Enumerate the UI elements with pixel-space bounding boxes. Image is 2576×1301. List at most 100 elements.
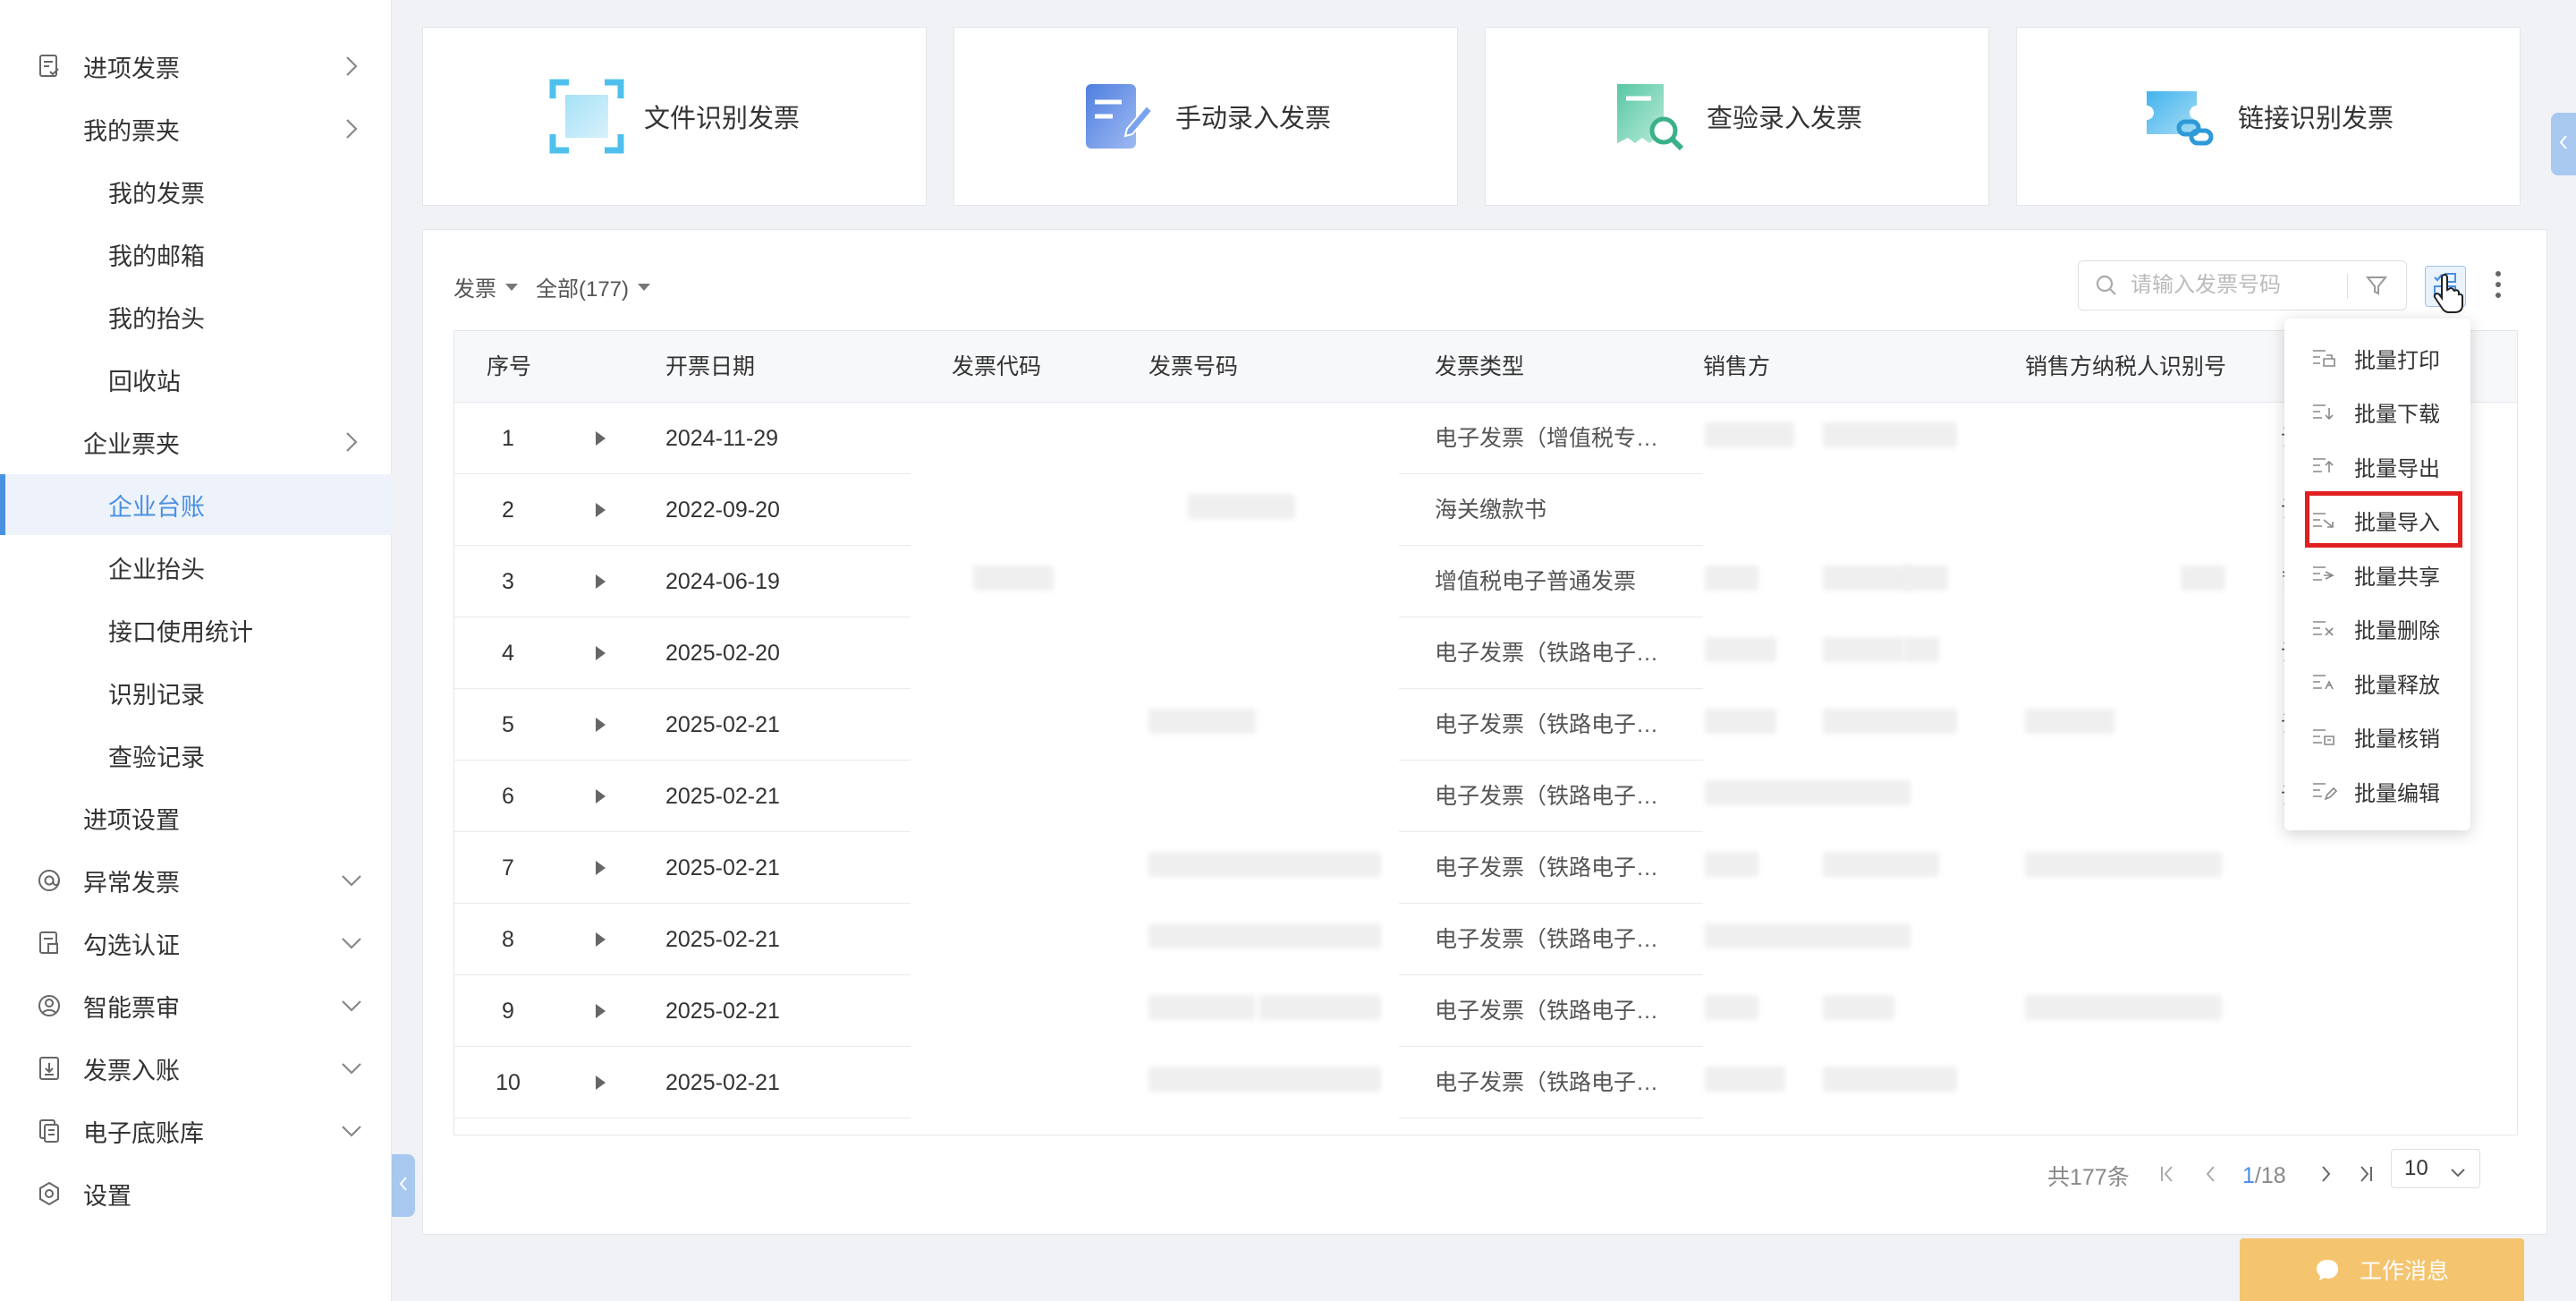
next-page-button[interactable] xyxy=(2312,1160,2341,1192)
row-index: 9 xyxy=(502,999,514,1024)
sidebar-item-smart-review[interactable]: 智能票审 xyxy=(0,977,392,1034)
row-date: 2025-02-21 xyxy=(665,927,780,952)
batch-release-menu-item[interactable]: 批量释放 xyxy=(2284,656,2470,710)
batch-writeoff-menu-item[interactable]: 批量核销 xyxy=(2284,710,2470,764)
menu-item-label: 批量打印 xyxy=(2354,348,2440,373)
invoice-type-dropdown[interactable]: 发票 xyxy=(453,271,518,302)
edit-doc-icon xyxy=(1080,79,1156,154)
batch-edit-menu-item[interactable]: 批量编辑 xyxy=(2284,764,2470,818)
batch-export-menu-item[interactable]: 批量导出 xyxy=(2284,439,2470,493)
table-row[interactable]: 52025-02-21电子发票（铁路电子客票）设有限 xyxy=(454,689,2517,761)
redacted-value xyxy=(1903,565,1948,591)
redacted-value xyxy=(1823,637,1903,662)
sidebar-item-my-title[interactable]: 我的抬头 xyxy=(0,288,392,345)
batch-download-menu-item[interactable]: 批量下载 xyxy=(2284,386,2470,439)
expand-arrow-icon[interactable] xyxy=(596,789,606,804)
sidebar-item-enterprise-ledger[interactable]: 企业台账 xyxy=(0,474,392,535)
row-date: 2024-11-29 xyxy=(665,426,779,451)
expand-arrow-icon[interactable] xyxy=(596,503,606,517)
table-row[interactable]: 42025-02-20电子发票（铁路电子客票）设有限 xyxy=(454,617,2517,689)
expand-arrow-icon[interactable] xyxy=(596,646,606,660)
column-header-index: 序号 xyxy=(487,354,532,379)
row-index: 5 xyxy=(502,712,514,737)
first-page-icon xyxy=(2158,1164,2176,1188)
scope-dropdown[interactable]: 全部(177) xyxy=(536,271,651,302)
chevron-down-icon xyxy=(338,930,365,957)
sidebar-item-input-invoices[interactable]: 进项发票 xyxy=(0,38,392,95)
table-header: 序号 开票日期 发票代码 发票号码 发票类型 销售方 销售方纳税人识别号 xyxy=(454,331,2517,403)
redacted-value xyxy=(1705,1067,1785,1092)
invoice-number-input[interactable] xyxy=(2131,268,2345,302)
prev-page-button[interactable] xyxy=(2196,1160,2224,1192)
sidebar-item-enterprise-folder[interactable]: 企业票夹 xyxy=(0,413,392,471)
sidebar-item-settings[interactable]: 设置 xyxy=(0,1165,392,1222)
redacted-value xyxy=(1705,995,1758,1020)
table-row[interactable]: 62025-02-21电子发票（铁路电子客票）设有限 xyxy=(454,761,2517,832)
card-verify-entry[interactable]: 查验录入发票 xyxy=(1485,27,1989,206)
first-page-button[interactable] xyxy=(2153,1160,2182,1192)
work-message-button[interactable]: 工作消息 xyxy=(2240,1238,2524,1301)
batch-print-menu-item[interactable]: 批量打印 xyxy=(2284,331,2470,385)
expand-arrow-icon[interactable] xyxy=(596,1004,606,1018)
column-header-code: 发票代码 xyxy=(952,354,1042,379)
expand-arrow-icon[interactable] xyxy=(596,718,606,732)
more-options-button[interactable] xyxy=(2487,266,2509,307)
expand-arrow-icon[interactable] xyxy=(596,431,606,446)
card-manual-entry[interactable]: 手动录入发票 xyxy=(953,27,1458,206)
expand-arrow-icon[interactable] xyxy=(596,574,606,589)
row-index: 8 xyxy=(502,927,514,952)
sidebar-item-my-folder[interactable]: 我的票夹 xyxy=(0,100,392,157)
right-panel-toggle[interactable] xyxy=(2551,113,2576,175)
total-pages: /18 xyxy=(2254,1162,2286,1188)
batch-delete-icon xyxy=(2311,617,2338,641)
redacted-value xyxy=(1148,995,1256,1020)
card-file-recognition[interactable]: 文件识别发票 xyxy=(422,27,927,206)
row-type: 海关缴款书 xyxy=(1435,497,1547,523)
sidebar-collapse-button[interactable] xyxy=(392,1154,415,1217)
sidebar-item-check-certify[interactable]: 勾选认证 xyxy=(0,914,392,972)
sidebar-item-label: 智能票审 xyxy=(83,994,180,1022)
sidebar-item-recycle-bin[interactable]: 回收站 xyxy=(0,351,392,408)
sidebar-item-verify-records[interactable]: 查验记录 xyxy=(0,727,392,784)
redacted-value xyxy=(1148,923,1381,948)
table-row[interactable]: 32024-06-19增值税电子普通发票司 xyxy=(454,546,2517,617)
sidebar-item-invoice-posting[interactable]: 发票入账 xyxy=(0,1040,392,1097)
table-row[interactable]: 12024-11-29电子发票（增值税专用发票）设有限 xyxy=(454,403,2517,474)
row-type: 电子发票（铁路电子客票） xyxy=(1435,784,1663,809)
sidebar-item-e-ledger[interactable]: 电子底账库 xyxy=(0,1102,392,1160)
expand-arrow-icon[interactable] xyxy=(596,1076,606,1090)
sidebar-item-my-invoices[interactable]: 我的发票 xyxy=(0,163,392,220)
sidebar-item-input-settings[interactable]: 进项设置 xyxy=(0,789,392,846)
sidebar-item-enterprise-title[interactable]: 企业抬头 xyxy=(0,539,392,596)
expand-arrow-icon[interactable] xyxy=(596,861,606,875)
sidebar-item-label: 我的发票 xyxy=(108,180,205,208)
batch-delete-menu-item[interactable]: 批量删除 xyxy=(2284,602,2470,656)
redacted-value xyxy=(1823,995,1894,1020)
expand-arrow-icon[interactable] xyxy=(596,932,606,947)
sidebar-item-abnormal-invoices[interactable]: 异常发票 xyxy=(0,852,392,909)
sidebar-item-api-stats[interactable]: 接口使用统计 xyxy=(0,601,392,659)
caret-down-icon xyxy=(638,283,651,291)
sidebar-item-label: 企业台账 xyxy=(108,493,205,521)
table-row[interactable]: 10 2025-02-21 电子发票（铁路电子客票） xyxy=(454,1047,2517,1118)
redacted-value xyxy=(1705,637,1776,662)
row-index: 2 xyxy=(502,497,514,523)
row-index: 6 xyxy=(502,784,514,809)
table-row[interactable]: 7 2025-02-21 电子发票（铁路电子客票） xyxy=(454,832,2517,904)
table-row[interactable]: 8 2025-02-21 电子发票（铁路电子客票） xyxy=(454,904,2517,975)
chevron-left-icon xyxy=(2204,1164,2216,1188)
page-size-select[interactable]: 10 xyxy=(2391,1149,2480,1188)
filter-icon[interactable] xyxy=(2365,274,2388,302)
chat-bubble-icon xyxy=(2315,1258,2340,1281)
batch-share-menu-item[interactable]: 批量共享 xyxy=(2284,548,2470,601)
batch-import-highlight xyxy=(2305,491,2462,548)
sidebar-item-my-mailbox[interactable]: 我的邮箱 xyxy=(0,225,392,283)
table-row[interactable]: 22022-09-20海关缴款书设备有 xyxy=(454,474,2517,546)
dropdown-label: 发票 xyxy=(453,277,496,302)
last-page-button[interactable] xyxy=(2351,1160,2380,1192)
card-link-recognition[interactable]: 链接识别发票 xyxy=(2016,27,2521,206)
table-row[interactable]: 9 2025-02-21 电子发票（铁路电子客票） xyxy=(454,975,2517,1047)
sidebar-item-recognition-records[interactable]: 识别记录 xyxy=(0,664,392,721)
row-index: 4 xyxy=(502,641,514,666)
sidebar-item-label: 识别记录 xyxy=(108,681,205,709)
